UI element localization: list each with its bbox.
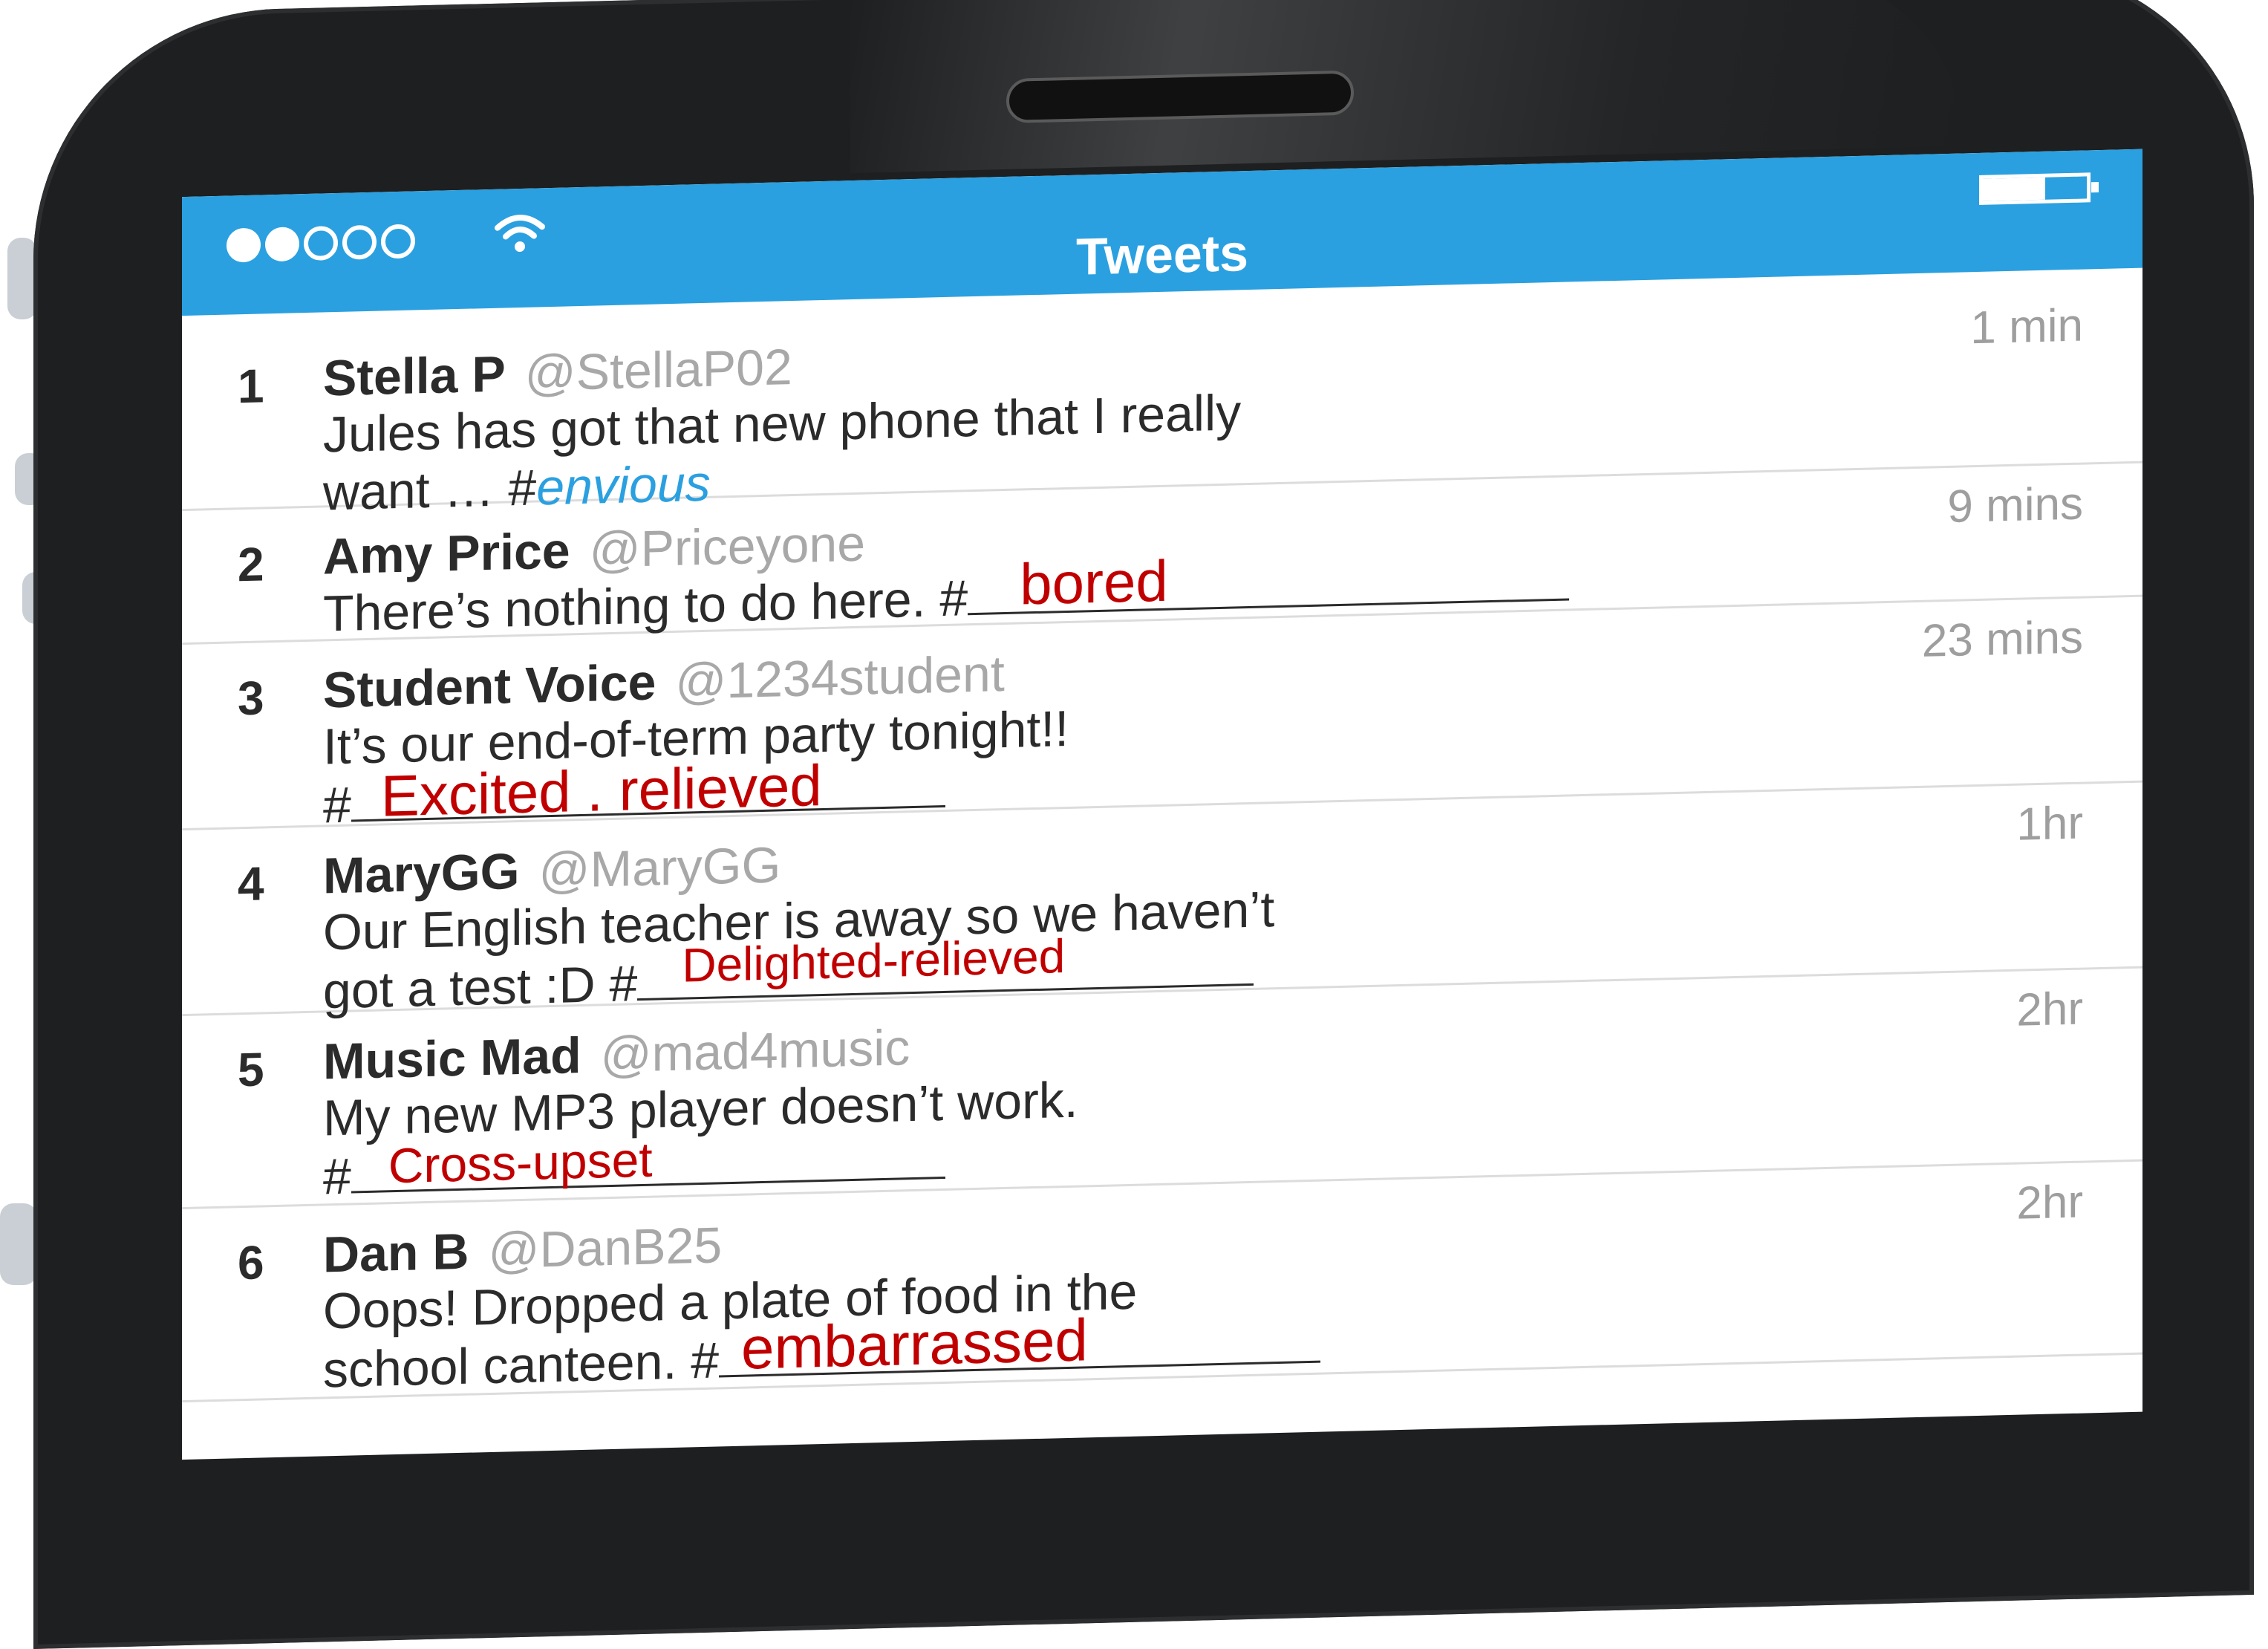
tweet-time: 2hr xyxy=(2016,1176,2083,1229)
phone-side-button-1 xyxy=(7,238,37,319)
answer-text: Cross-upset xyxy=(388,1131,653,1194)
phone-speaker xyxy=(1006,70,1354,123)
author-handle[interactable]: @StellaP02 xyxy=(525,339,792,402)
tweet-text: Oops! Dropped a plate of food in the sch… xyxy=(323,1258,1321,1399)
phone-body: Tweets 1 Stella P @StellaP02 1 min Jules … xyxy=(33,0,2254,1649)
tweet-text: My new MP3 player doesn’t work. # Cross-u… xyxy=(323,1071,1078,1206)
author-handle[interactable]: @1234student xyxy=(675,645,1004,710)
tweet-number: 5 xyxy=(238,1042,264,1097)
answer-blank[interactable]: Cross-upset xyxy=(351,1132,945,1194)
tweet-number: 1 xyxy=(238,359,264,414)
tweet-number: 6 xyxy=(238,1235,264,1290)
author-handle[interactable]: @Priceyone xyxy=(590,515,865,579)
battery-icon xyxy=(1979,172,2099,205)
author-name: Music Mad xyxy=(323,1027,581,1090)
tweet-text-line: # xyxy=(323,1148,351,1206)
tweet-time: 23 mins xyxy=(1921,611,2083,667)
tweet-time: 1hr xyxy=(2016,797,2083,850)
tweet-time: 2hr xyxy=(2016,983,2083,1036)
phone-screen: Tweets 1 Stella P @StellaP02 1 min Jules … xyxy=(182,149,2142,1460)
answer-text: bored xyxy=(1020,547,1168,617)
battery-tip xyxy=(2091,182,2099,193)
answer-text: embarrassed xyxy=(741,1307,1088,1382)
tweet-number: 4 xyxy=(238,856,264,911)
author-name: Amy Price xyxy=(323,522,570,585)
tweet-number: 3 xyxy=(238,671,264,726)
author-name: Stella P xyxy=(323,345,506,407)
tweet-number: 2 xyxy=(238,537,264,592)
author-handle[interactable]: @DanB25 xyxy=(488,1217,722,1279)
author-handle[interactable]: @mad4music xyxy=(601,1019,910,1083)
tweet-text-line: school canteen. # xyxy=(323,1332,720,1399)
author-name: Dan B xyxy=(323,1223,469,1284)
answer-blank[interactable]: bored xyxy=(968,547,1570,617)
tweet-time: 1 min xyxy=(1970,299,2083,354)
phone-side-button-4 xyxy=(0,1203,37,1285)
author-name: Student Voice xyxy=(323,654,656,719)
battery-level xyxy=(1983,177,2045,201)
answer-text: Delighted-relieved xyxy=(682,929,1066,992)
answer-blank[interactable]: embarrassed xyxy=(719,1307,1321,1382)
tweet-time: 9 mins xyxy=(1947,478,2083,533)
author-name: MaryGG xyxy=(323,843,520,905)
author-handle[interactable]: @MaryGG xyxy=(539,836,781,899)
